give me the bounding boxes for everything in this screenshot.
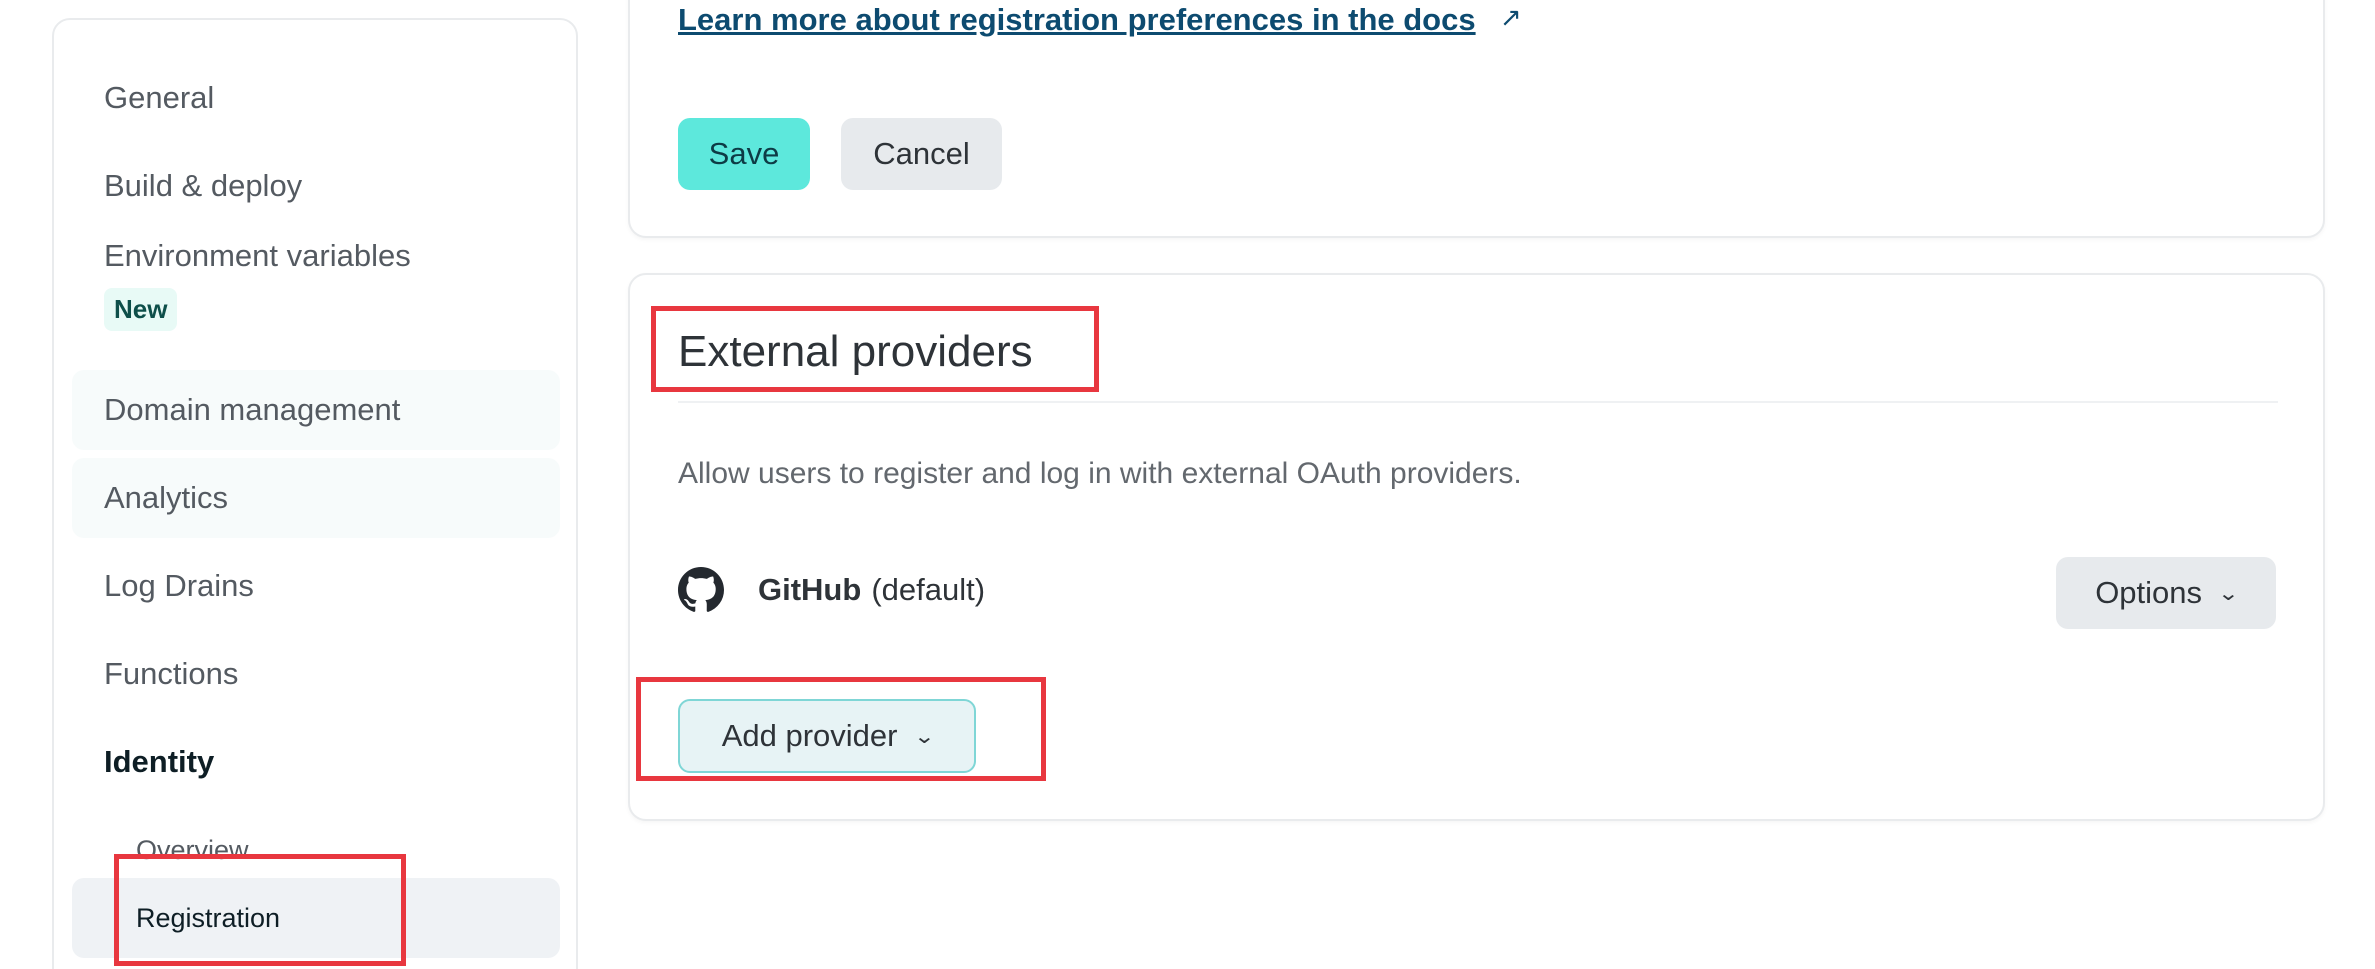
cancel-button[interactable]: Cancel (841, 118, 1002, 190)
sidebar-item-build-deploy[interactable]: Build & deploy (72, 146, 560, 226)
sidebar-item-label: Identity (104, 744, 215, 779)
sidebar-item-analytics[interactable]: Analytics (72, 458, 560, 538)
chevron-down-icon: ⌄ (2217, 582, 2240, 605)
sidebar-item-functions[interactable]: Functions (72, 634, 560, 714)
github-icon (678, 567, 724, 612)
options-button[interactable]: Options ⌄ (2056, 557, 2276, 629)
settings-sidebar: General Build & deploy Environment varia… (52, 18, 578, 969)
section-description: Allow users to register and log in with … (678, 457, 1522, 490)
save-button[interactable]: Save (678, 118, 810, 190)
new-badge: New (104, 288, 178, 331)
sidebar-item-label: Environment variables (104, 238, 411, 273)
sidebar-item-identity[interactable]: Identity (72, 722, 560, 802)
highlight-add-provider-button (636, 677, 1046, 781)
registration-preferences-card: Learn more about registration preference… (628, 0, 2325, 238)
provider-row-github: GitHub (default) (678, 567, 985, 613)
sidebar-item-label: General (104, 80, 215, 115)
provider-default-label: (default) (871, 572, 986, 607)
sidebar-item-general[interactable]: General (72, 58, 560, 138)
sidebar-item-label: Build & deploy (104, 168, 303, 203)
options-label: Options (2095, 575, 2203, 610)
sidebar-item-log-drains[interactable]: Log Drains (72, 546, 560, 626)
sidebar-item-label: Domain management (104, 392, 401, 427)
highlight-registration-nav (114, 854, 406, 966)
sidebar-item-domain-management[interactable]: Domain management (72, 370, 560, 450)
provider-name: GitHub (758, 572, 862, 607)
highlight-external-providers-title (651, 306, 1099, 392)
sidebar-item-label: Analytics (104, 480, 229, 515)
divider (678, 401, 2278, 403)
sidebar-item-label: Functions (104, 656, 239, 691)
external-link-icon: ↗ (1500, 2, 1522, 32)
sidebar-item-label: Log Drains (104, 568, 254, 603)
registration-docs-link[interactable]: Learn more about registration preference… (678, 2, 1476, 38)
sidebar-item-environment-variables[interactable]: Environment variables New (104, 238, 411, 331)
